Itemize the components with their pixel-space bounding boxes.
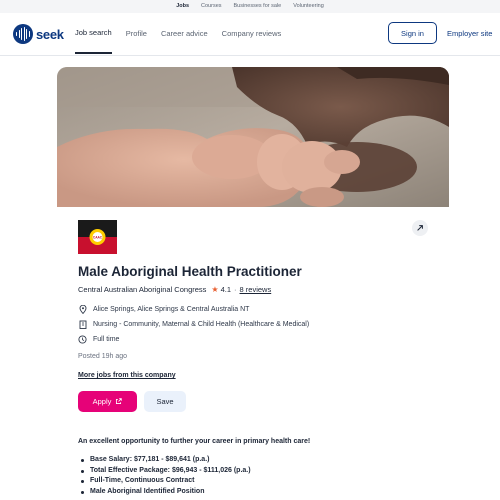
nav-profile[interactable]: Profile [126,13,147,56]
job-title: Male Aboriginal Health Practitioner [78,264,302,279]
separator-dot: · [234,285,237,294]
topbar-link-courses[interactable]: Courses [201,0,221,13]
nav-company-reviews[interactable]: Company reviews [222,13,282,56]
list-item: Full-Time, Continuous Contract [80,476,251,487]
classification-text[interactable]: Nursing - Community, Maternal & Child He… [93,321,309,328]
work-type-text: Full time [93,336,120,343]
job-classification: Nursing - Community, Maternal & Child He… [78,320,309,329]
location-pin-icon [78,305,87,314]
company-name[interactable]: Central Australian Aboriginal Congress [78,285,206,294]
company-logo: CAAC [78,220,117,254]
company-rating: 4.1 [220,285,232,294]
job-hero-image [57,67,449,207]
posted-time: Posted 19h ago [78,353,128,360]
save-button[interactable]: Save [144,391,186,412]
employer-site-link[interactable]: Employer site [447,22,492,44]
share-button[interactable] [412,220,428,236]
job-work-type: Full time [78,335,119,344]
list-item: Male Aboriginal Identified Position [80,487,251,498]
classification-icon [78,320,87,329]
clock-icon [78,335,87,344]
top-utility-bar: Jobs Courses Businesses for sale Volunte… [0,0,500,13]
description-bullets: Base Salary: $77,181 - $89,641 (p.a.) To… [80,455,251,497]
topbar-link-volunteering[interactable]: Volunteering [293,0,324,13]
nav-career-advice[interactable]: Career advice [161,13,208,56]
nav-job-search[interactable]: Job search [75,13,112,54]
sign-in-button[interactable]: Sign in [388,22,437,44]
list-item: Base Salary: $77,181 - $89,641 (p.a.) [80,455,251,466]
seek-logo-icon [13,24,33,44]
topbar-link-jobs[interactable]: Jobs [176,0,189,13]
seek-logo-text: seek [36,26,64,42]
star-icon: ★ [211,285,219,294]
site-header: seek Job search Profile Career advice Co… [0,13,500,56]
external-link-icon [116,398,123,405]
share-icon [417,225,423,231]
job-location: Alice Springs, Alice Springs & Central A… [78,305,249,314]
more-jobs-link[interactable]: More jobs from this company [78,372,176,379]
company-reviews-link[interactable]: 8 reviews [240,285,272,294]
apply-button[interactable]: Apply [78,391,137,412]
list-item: Total Effective Package: $96,943 - $111,… [80,466,251,477]
topbar-link-businesses[interactable]: Businesses for sale [234,0,282,13]
seek-logo[interactable]: seek [13,24,64,44]
company-line: Central Australian Aboriginal Congress ★… [78,285,271,294]
apply-label: Apply [92,397,112,406]
location-text[interactable]: Alice Springs, Alice Springs & Central A… [93,306,249,313]
svg-text:CAAC: CAAC [93,236,103,240]
main-nav: Job search Profile Career advice Company… [75,13,295,56]
description-intro: An excellent opportunity to further your… [78,438,311,445]
